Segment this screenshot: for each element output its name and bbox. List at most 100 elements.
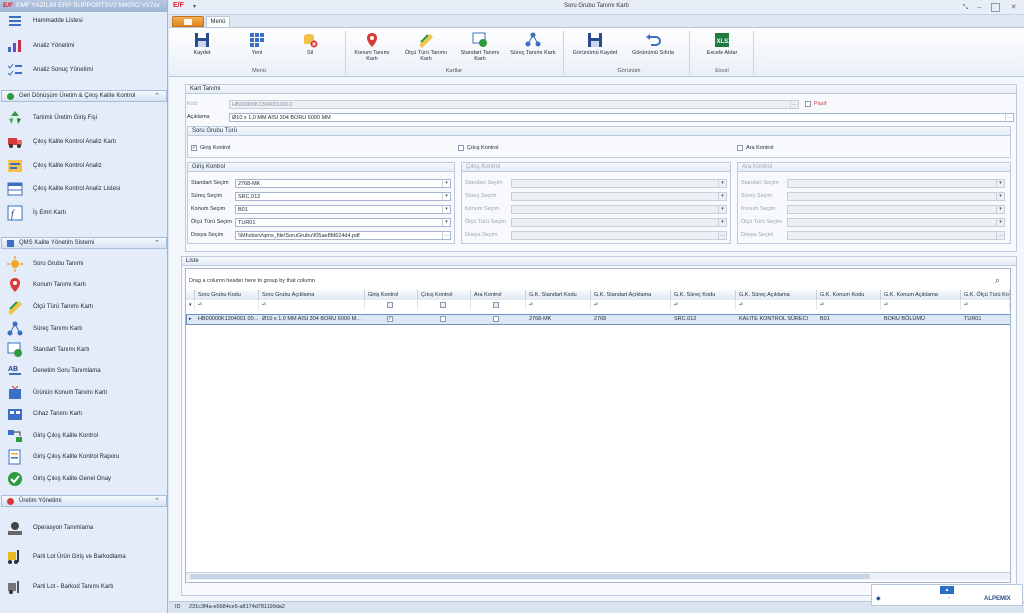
- row-cikis-checkbox[interactable]: [440, 316, 446, 322]
- cikis-standart-select[interactable]: ▾: [511, 179, 727, 188]
- cell-giris-kontrol[interactable]: ✓: [365, 315, 418, 324]
- cell-gk-standart-kodu[interactable]: 2768-MK: [526, 315, 591, 324]
- ara-surec-select[interactable]: ▾: [787, 192, 1005, 201]
- filter-cell[interactable]: ▪ᴮ: [817, 301, 881, 310]
- filter-cell[interactable]: ▪ᴮ: [591, 301, 671, 310]
- ara-dosya-field[interactable]: …: [787, 231, 1005, 240]
- chevron-down-icon[interactable]: ▾: [718, 193, 726, 200]
- minimize-icon[interactable]: -: [948, 595, 950, 601]
- ara-standart-select[interactable]: ▾: [787, 179, 1005, 188]
- column-header[interactable]: G.K. Standart Açıklama: [591, 290, 671, 300]
- cell-soru-grubu-kodu[interactable]: HB00000K1304001 00...: [195, 315, 259, 324]
- sidebar-item-operasyon[interactable]: Operasyon Tanımlama: [0, 516, 167, 540]
- chevron-down-icon[interactable]: ▾: [996, 180, 1004, 187]
- pin-icon[interactable]: ◆: [876, 595, 881, 602]
- standart-secim-select[interactable]: 2768-MK ▾: [235, 179, 451, 188]
- sidebar-item-olcu-turu[interactable]: Ölçü Türü Tanımı Kartı: [0, 296, 167, 318]
- minimize-button[interactable]: –: [975, 3, 984, 12]
- aciklama-field[interactable]: Ø10 x 1,0 MM AISI 304 BORU 6000 MM…: [229, 113, 1014, 122]
- standart-karti-button[interactable]: Standart Tanımı Kartı: [459, 32, 501, 62]
- chevron-up-icon[interactable]: ⌃: [154, 497, 160, 505]
- restore-layout-button[interactable]: ⤡: [961, 3, 970, 12]
- column-header[interactable]: G.K. Konum Kodu: [817, 290, 881, 300]
- chevron-down-icon[interactable]: ▾: [996, 193, 1004, 200]
- cell-gk-surec-kodu[interactable]: SRC.012: [671, 315, 736, 324]
- cell-gk-standart-aciklama[interactable]: 2768: [591, 315, 671, 324]
- cikis-kontrol-checkbox[interactable]: [458, 145, 464, 151]
- cell-gk-konum-aciklama[interactable]: BORU BÖLÜMÜ: [881, 315, 961, 324]
- konum-karti-button[interactable]: Konum Tanımı Kartı: [351, 32, 393, 62]
- sidebar-item-cikis-analiz-karti[interactable]: Çıkış Kalite Kontrol Analiz Kartı: [0, 131, 167, 153]
- tab-menu[interactable]: Menü: [206, 16, 230, 27]
- scrollbar-thumb[interactable]: [190, 574, 870, 579]
- surec-karti-button[interactable]: Süreç Tanımı Kartı: [509, 32, 557, 56]
- close-button[interactable]: ✕: [1009, 3, 1018, 12]
- filter-checkbox[interactable]: [387, 302, 393, 308]
- sidebar-item-parti-barkod[interactable]: Parti Lot - Barkod Tanımı Kartı: [0, 575, 167, 599]
- cell-ara-kontrol[interactable]: [471, 315, 526, 324]
- ellipsis-button[interactable]: …: [996, 232, 1004, 239]
- column-header[interactable]: G.K. Süreç Açıklama: [736, 290, 817, 300]
- pasif-checkbox[interactable]: [805, 101, 811, 107]
- filter-cell[interactable]: ▪ᴮ: [526, 301, 591, 310]
- ellipsis-button[interactable]: …: [1005, 114, 1013, 121]
- ara-olcu-select[interactable]: ▾: [787, 218, 1005, 227]
- chevron-down-icon[interactable]: ▾: [442, 206, 450, 213]
- filter-cell[interactable]: [365, 301, 418, 310]
- column-header[interactable]: G.K. Standart Kodu: [526, 290, 591, 300]
- cell-gk-surec-aciklama[interactable]: KALITE KONTROL SÜRECI: [736, 315, 817, 324]
- filter-checkbox[interactable]: [493, 302, 499, 308]
- konum-secim-select[interactable]: B01 ▾: [235, 205, 451, 214]
- sidebar-item-analiz[interactable]: Analiz Yönetimi: [0, 35, 167, 57]
- export-excel-button[interactable]: XLSX Excele Aktar: [697, 32, 747, 56]
- sidebar-item-genel-onay[interactable]: Giriş Çıkış Kalite Genel Onay: [0, 468, 167, 490]
- cikis-dosya-field[interactable]: …: [511, 231, 727, 240]
- surec-secim-select[interactable]: SRC.012 ▾: [235, 192, 451, 201]
- filter-cell[interactable]: ▪ᴮ: [881, 301, 961, 310]
- ellipsis-button[interactable]: …: [718, 232, 726, 239]
- search-icon[interactable]: ⌕: [995, 275, 1000, 286]
- olcu-turu-secim-select[interactable]: TUR01 ▾: [235, 218, 451, 227]
- chevron-down-icon[interactable]: ▾: [442, 180, 450, 187]
- sidebar-item-cikis-analiz-listesi[interactable]: Çıkış Kalite Kontrol Analiz Listesi: [0, 178, 167, 200]
- row-giris-checkbox[interactable]: ✓: [387, 316, 393, 322]
- filter-cell[interactable]: [471, 301, 526, 310]
- cell-gk-olcu-turu[interactable]: TUR01: [961, 315, 1010, 324]
- column-header[interactable]: Soru Grubu Kodu: [195, 290, 259, 300]
- group-qms[interactable]: QMS Kalite Yönetim Sistemi ⌃: [1, 237, 167, 249]
- kod-field[interactable]: HB00000K13040010010…: [229, 100, 799, 109]
- filter-checkbox[interactable]: [440, 302, 446, 308]
- chevron-down-icon[interactable]: ▾: [996, 219, 1004, 226]
- sidebar-item-giris-cikis[interactable]: Giriş Çıkış Kalite Kontrol: [0, 425, 167, 447]
- save-button[interactable]: Kaydet: [187, 32, 217, 56]
- reset-layout-button[interactable]: Görünümü Sıfırla: [627, 32, 679, 56]
- chevron-up-icon[interactable]: ⌃: [154, 92, 160, 100]
- sidebar-item-parti-lot[interactable]: Parti Lot Ürün Giriş ve Barkodlama: [0, 545, 167, 569]
- cell-soru-grubu-aciklama[interactable]: Ø10 x 1,0 MM AISI 304 BORU 6000 M...: [259, 315, 365, 324]
- horizontal-scrollbar[interactable]: [186, 572, 1010, 580]
- filter-cell[interactable]: ▪ᴮ: [195, 301, 259, 310]
- column-header[interactable]: G.K. Konum Açıklama: [881, 290, 961, 300]
- column-header[interactable]: Giriş Kontrol: [365, 290, 418, 300]
- delete-button[interactable]: Sil: [295, 32, 325, 56]
- cell-gk-konum-kodu[interactable]: B01: [817, 315, 881, 324]
- cikis-konum-select[interactable]: ▾: [511, 205, 727, 214]
- chevron-down-icon[interactable]: ▾: [442, 219, 450, 226]
- dosya-secim-field[interactable]: \\Mhsbsrv\qms_file\SoruGrubu\f05ae8fd624…: [235, 231, 451, 240]
- filter-cell[interactable]: ▪ᴮ: [736, 301, 817, 310]
- cell-cikis-kontrol[interactable]: [418, 315, 471, 324]
- save-layout-button[interactable]: Görünümü Kaydet: [569, 32, 621, 56]
- cikis-surec-select[interactable]: ▾: [511, 192, 727, 201]
- group-uretim[interactable]: Üretim Yönetimi ⌃: [1, 495, 167, 507]
- new-button[interactable]: Yeni: [242, 32, 272, 56]
- row-ara-checkbox[interactable]: [493, 316, 499, 322]
- ellipsis-button[interactable]: …: [442, 232, 450, 239]
- sidebar-item-denetim-soru[interactable]: AB Denetim Soru Tanımlama: [0, 360, 167, 382]
- file-tab[interactable]: [172, 16, 204, 27]
- olcu-turu-karti-button[interactable]: Ölçü Türü Tanımı Kartı: [405, 32, 447, 62]
- column-header[interactable]: G.K. Ölçü Türü Ko: [961, 290, 1010, 300]
- filter-cell[interactable]: [418, 301, 471, 310]
- sidebar-item-surec[interactable]: Süreç Tanımı Kartı: [0, 318, 167, 340]
- ellipsis-button[interactable]: …: [790, 101, 798, 108]
- sidebar-item-urun-konum[interactable]: Ürünün Konum Tanımı Kartı: [0, 382, 167, 404]
